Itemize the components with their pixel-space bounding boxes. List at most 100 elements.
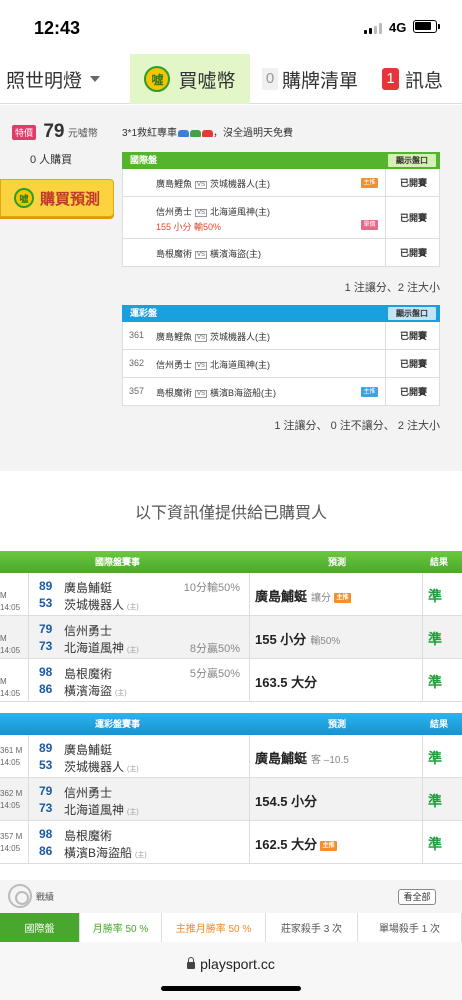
team-name: 橫濱B海盜船 (主): [64, 846, 147, 860]
home-mark: (主): [127, 604, 139, 611]
away-team: 島根魔術: [156, 388, 193, 398]
promo-text: 3*1救紅專車 ，沒全過明天免費: [122, 124, 293, 139]
market-row[interactable]: 島根魔術 VS 橫濱海盜(主) 已開賽: [122, 239, 440, 267]
browser-url-bar[interactable]: playsport.cc: [0, 942, 462, 1000]
record-stat-market[interactable]: 國際盤: [0, 913, 80, 942]
prediction-value: 162.5 大分: [255, 837, 318, 852]
table-row[interactable]: 362 M 14:05 79 信州勇士 73 北海道風神 (主) 154.5 小分 準: [0, 778, 462, 821]
result-mark: 準: [428, 750, 442, 766]
home-team: 茨城機器人(主): [210, 332, 271, 342]
tab-buy-coin-label: 買噓幣: [178, 70, 236, 92]
column-divider: [422, 778, 423, 821]
market-row[interactable]: 廣島鯉魚 VS 茨城機器人(主) 主推 已開賽: [122, 169, 440, 197]
top-nav: 照世明燈 噓買噓幣 0 購牌清單 1 訊息: [0, 54, 462, 104]
main-pick-badge: 主推: [361, 178, 378, 188]
home-team: 北海道風神(主): [210, 360, 271, 370]
pred-column-header: 預測: [328, 557, 347, 567]
record-stat-monthly: 月勝率 50 %: [80, 913, 162, 942]
tab-messages[interactable]: 1 訊息: [382, 54, 462, 104]
home-team: 橫濱海盜(主): [210, 249, 262, 259]
home-mark: (主): [115, 690, 127, 697]
matchup: 信州勇士 VS 北海道風神(主): [156, 205, 270, 218]
prediction: 155 小分 輸50%: [255, 629, 340, 648]
main-pick-badge: 單價: [361, 220, 378, 230]
tab-cart[interactable]: 0 購牌清單: [262, 54, 366, 104]
game-number: 357: [129, 386, 145, 396]
home-indicator[interactable]: [161, 986, 301, 991]
home-mark: (主): [135, 852, 147, 859]
intl-market-panel: 國際盤 顯示盤口 廣島鯉魚 VS 茨城機器人(主) 主推 已開賽 信州勇士 VS 北海道風神(…: [122, 152, 440, 267]
result-mark: 準: [428, 836, 442, 852]
prediction: 154.5 小分: [255, 791, 317, 810]
team-score: 53: [39, 758, 53, 772]
handicap-result: 8分贏50%: [189, 643, 240, 655]
coin-icon: 噓: [144, 66, 171, 92]
lottery-market-panel: 運彩盤 顯示盤口 361 廣島鯉魚 VS 茨城機器人(主) 已開賽 362 信州勇士 VS 北海…: [122, 305, 440, 406]
intl-results-table: 國際盤賽事 預測 結果 M 14:05 89 廣島鯆蜓 53 茨城機器人 (主) 10分輸5…: [0, 551, 462, 702]
game-status: 已開賽: [385, 169, 441, 196]
game-time: M 14:05: [0, 677, 21, 698]
show-odds-button[interactable]: 顯示盤口: [388, 307, 436, 320]
clock: 12:43: [34, 18, 81, 38]
away-team: 廣島鯉魚: [156, 332, 193, 342]
record-label: 戰績: [36, 892, 55, 902]
purchase-section: 特價 79 元噓幣 0 人購買 噓購買預測 3*1救紅專車 ，沒全過明天免費 國際…: [0, 105, 462, 471]
buy-prediction-button[interactable]: 噓購買預測: [0, 179, 114, 217]
coin-icon: 噓: [13, 188, 34, 208]
intl-table-rows: M 14:05 89 廣島鯆蜓 53 茨城機器人 (主) 10分輸50% 廣島鯆蜓 讓分 主推準 M…: [0, 573, 462, 702]
market-row[interactable]: 361 廣島鯉魚 VS 茨城機器人(主) 已開賽: [122, 322, 440, 350]
show-odds-button[interactable]: 顯示盤口: [388, 154, 436, 167]
home-team: 茨城機器人(主): [210, 179, 271, 189]
lottery-table-header: 運彩盤賽事 預測 結果: [0, 713, 462, 735]
result-mark: 準: [428, 588, 442, 604]
main-pick-badge: 主推: [361, 387, 378, 397]
prediction-value: 廣島鯆蜓: [255, 589, 308, 604]
prediction-note: 輸50%: [310, 636, 341, 647]
table-row[interactable]: 361 M 14:05 89 廣島鯆蜓 53 茨城機器人 (主) 廣島鯆蜓客 –10.5 準: [0, 735, 462, 778]
prediction: 163.5 大分: [255, 672, 317, 691]
matchup: 廣島鯉魚 VS 茨城機器人(主): [156, 330, 270, 343]
nav-dropdown-label: 照世明燈: [6, 70, 83, 92]
record-panel: 戰績 看全部 國際盤 月勝率 50 % 主推月勝率 50 % 莊家殺手 3 次 …: [0, 880, 462, 942]
home-mark: (主): [127, 766, 139, 773]
price: 79: [43, 121, 65, 142]
cart-count: 0: [262, 68, 278, 90]
column-divider: [249, 616, 250, 659]
prediction: 廣島鯆蜓客 –10.5: [255, 748, 349, 767]
tab-buy-coin[interactable]: 噓買噓幣: [130, 54, 250, 104]
team-name: 島根魔術: [64, 829, 113, 843]
table-row[interactable]: 357 M 14:05 98 島根魔術 86 橫濱B海盜船 (主) 162.5 大分 主推 準: [0, 821, 462, 864]
column-divider: [422, 821, 423, 864]
view-all-button[interactable]: 看全部: [398, 889, 436, 905]
table-row[interactable]: M 14:05 89 廣島鯆蜓 53 茨城機器人 (主) 10分輸50% 廣島鯆蜓 讓分 主推 準: [0, 573, 462, 616]
home-team: 橫濱B海盜船(主): [210, 388, 277, 398]
nav-dropdown[interactable]: 照世明燈: [0, 54, 128, 104]
column-divider: [249, 735, 250, 778]
market-row[interactable]: 357 島根魔術 VS 橫濱B海盜船(主) 主推 已開賽: [122, 378, 440, 406]
table-row[interactable]: M 14:05 79 信州勇士 73 北海道風神 (主) 8分贏50% 155 小分 輸50% 準: [0, 616, 462, 659]
market-row[interactable]: 362 信州勇士 VS 北海道風神(主) 已開賽: [122, 350, 440, 378]
lottery-market-rows: 361 廣島鯉魚 VS 茨城機器人(主) 已開賽 362 信州勇士 VS 北海道風神(主) 已開賽…: [122, 322, 440, 406]
prediction-value: 廣島鯆蜓: [255, 751, 308, 766]
home-team: 北海道風神(主): [210, 207, 271, 217]
handicap-result: 5分贏50%: [189, 668, 240, 680]
game-time: M 14:05: [0, 591, 21, 612]
record-stat-main-monthly: 主推月勝率 50 %: [162, 913, 266, 942]
network-type: 4G: [389, 20, 407, 35]
table-row[interactable]: M 14:05 98 島根魔術 86 橫濱海盜 (主) 5分贏50% 163.5 大分 準: [0, 659, 462, 702]
team-score: 98: [39, 827, 53, 841]
team-score: 73: [39, 801, 53, 815]
game-time: 362 M 14:05: [0, 789, 23, 810]
team-name: 信州勇士: [64, 624, 113, 638]
promo-label: 3*1救紅專車: [122, 128, 178, 139]
record-stat-dealer-killer: 莊家殺手 3 次: [266, 913, 358, 942]
team-name: 茨城機器人 (主): [64, 598, 139, 612]
market-row[interactable]: 信州勇士 VS 北海道風神(主) 155 小分 輸50% 單價 已開賽: [122, 197, 440, 239]
intl-market-title: 國際盤: [130, 155, 158, 165]
matchup: 信州勇士 VS 北海道風神(主): [156, 358, 270, 371]
result-mark: 準: [428, 631, 442, 647]
pred-column-header: 預測: [328, 719, 347, 729]
game-time: 361 M 14:05: [0, 746, 23, 767]
column-divider: [422, 573, 423, 616]
column-divider: [249, 821, 250, 864]
